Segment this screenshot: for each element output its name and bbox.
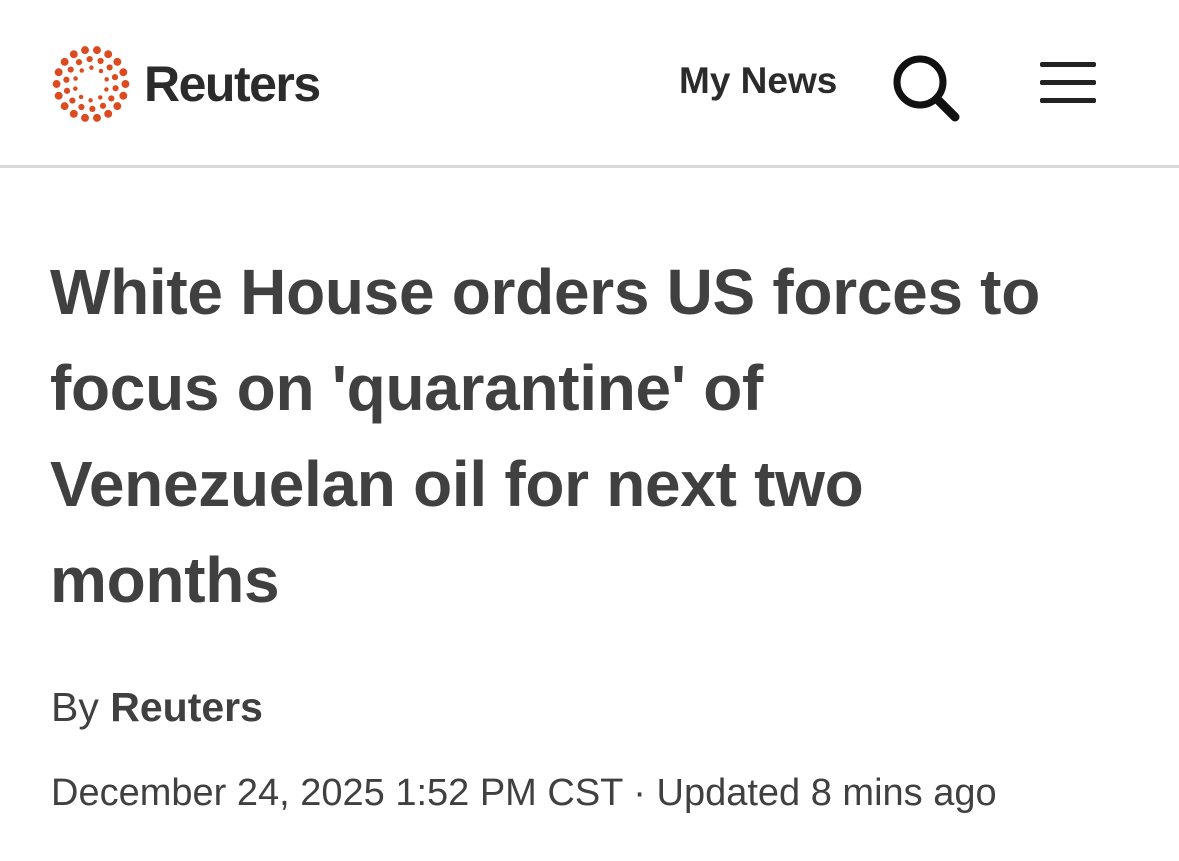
- logo-dot: [60, 57, 69, 66]
- logo-dot: [111, 74, 119, 81]
- logo-dot: [121, 80, 130, 88]
- logo-dot: [98, 95, 103, 100]
- dateline-separator: ·: [633, 772, 646, 814]
- reuters-logo-icon: [52, 46, 130, 122]
- logo-dot: [54, 91, 63, 100]
- logo-dot: [63, 87, 71, 94]
- logo-dot: [106, 64, 113, 71]
- logo-dot: [98, 68, 104, 74]
- search-button[interactable]: [890, 52, 962, 124]
- logo-dot: [78, 103, 85, 111]
- search-icon: [893, 55, 960, 122]
- logo-dot: [73, 76, 78, 81]
- my-news-link[interactable]: My News: [679, 62, 837, 99]
- publish-date: December 24, 2025 1:52 PM CST: [51, 772, 623, 814]
- logo-dot: [97, 57, 104, 65]
- logo-dot: [52, 80, 61, 88]
- logo-dot: [93, 113, 101, 122]
- logo-dot: [119, 91, 128, 100]
- logo-dot: [60, 102, 69, 111]
- logo-dot: [112, 85, 119, 92]
- dateline: December 24, 2025 1:52 PM CST · Updated …: [51, 771, 997, 817]
- menu-button[interactable]: [1036, 58, 1100, 110]
- logo-dot: [81, 46, 89, 55]
- byline: By Reuters: [51, 683, 263, 732]
- byline-author-link[interactable]: Reuters: [110, 684, 263, 730]
- reuters-logo[interactable]: Reuters: [48, 40, 321, 128]
- logo-dot: [63, 76, 70, 83]
- logo-dot: [104, 50, 113, 59]
- logo-dot: [89, 65, 94, 70]
- logo-dot: [108, 95, 115, 102]
- logo-text: Reuters: [144, 56, 321, 112]
- site-header: Reuters My News: [0, 0, 1179, 168]
- logo-dot: [104, 109, 113, 118]
- logo-dot: [67, 66, 74, 73]
- logo-dot: [81, 113, 89, 122]
- logo-dot: [79, 68, 84, 73]
- logo-dot: [89, 105, 96, 113]
- logo-dot: [93, 46, 101, 55]
- logo-dot: [104, 87, 109, 92]
- logo-dot: [113, 57, 122, 66]
- logo-dot: [119, 68, 128, 77]
- logo-dot: [99, 102, 107, 109]
- logo-dot: [104, 77, 109, 82]
- hamburger-menu-icon: [1040, 62, 1096, 103]
- logo-dot: [86, 55, 93, 63]
- logo-dot: [54, 68, 63, 77]
- logo-dot: [75, 59, 83, 66]
- article-headline: White House orders US forces to focus on…: [50, 256, 1040, 616]
- logo-dot: [73, 86, 78, 91]
- byline-prefix: By: [51, 684, 99, 730]
- logo-dot: [69, 97, 76, 104]
- updated-time: Updated 8 mins ago: [656, 772, 997, 814]
- logo-dot: [113, 102, 122, 111]
- logo-dot: [78, 94, 84, 100]
- logo-dot: [69, 50, 78, 59]
- logo-dot: [88, 98, 93, 103]
- logo-dot: [69, 109, 78, 118]
